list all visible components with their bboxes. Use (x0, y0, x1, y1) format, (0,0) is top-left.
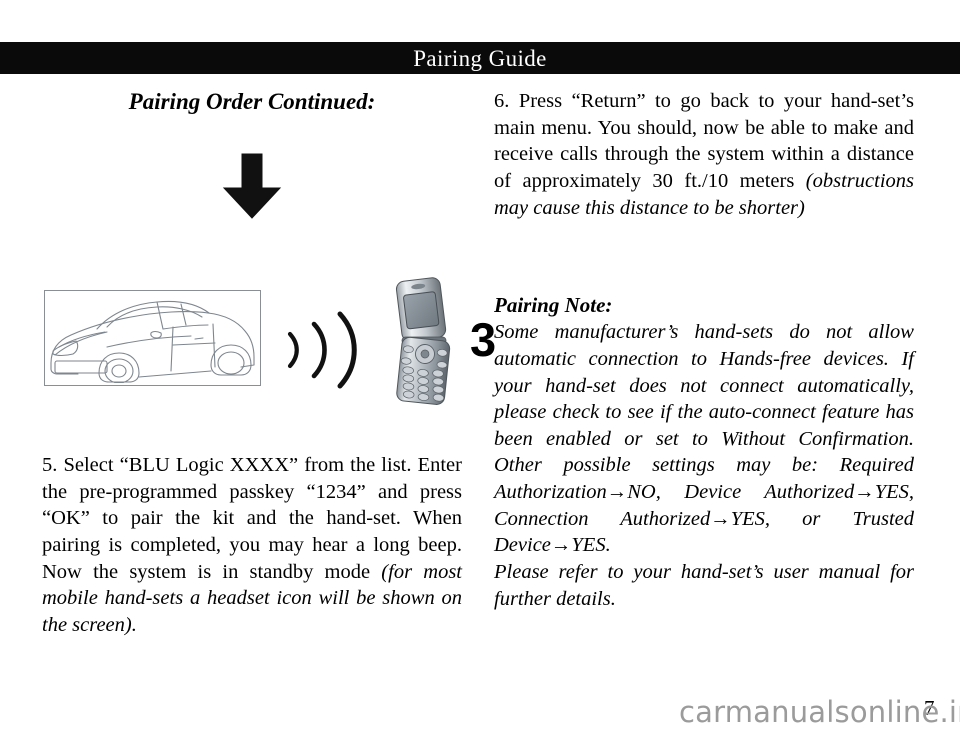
pairing-note-tail: Please refer to your hand-set’s user man… (494, 561, 914, 610)
car-line-art-icon (45, 291, 260, 383)
pairing-note-block: Pairing Note: Some manufacturer’s hand-s… (494, 292, 914, 612)
page-header-bar: Pairing Guide (0, 42, 960, 74)
down-arrow-icon (221, 152, 283, 225)
right-column: 6. Press “Return” to go back to your han… (494, 88, 914, 221)
illustration-row: 3 (42, 277, 496, 410)
watermark: carmanualsonline.info (679, 695, 960, 729)
signal-waves-icon (282, 308, 372, 390)
paragraph-step-5: 5. Select “BLU Logic XXXX” from the list… (42, 452, 462, 638)
section-heading: Pairing Order Continued: (128, 89, 376, 114)
flip-phone-icon (390, 277, 460, 405)
pairing-note-body: Some manufacturer’s hand-sets do not all… (494, 321, 914, 557)
arrow-container (42, 152, 462, 225)
pairing-note-heading: Pairing Note: (494, 293, 613, 317)
car-illustration-box (44, 290, 261, 386)
left-column: Pairing Order Continued: (42, 88, 462, 225)
page-title: Pairing Guide (413, 45, 547, 71)
step-number-badge: 3 (470, 313, 497, 366)
paragraph-step-6: 6. Press “Return” to go back to your han… (494, 88, 914, 221)
